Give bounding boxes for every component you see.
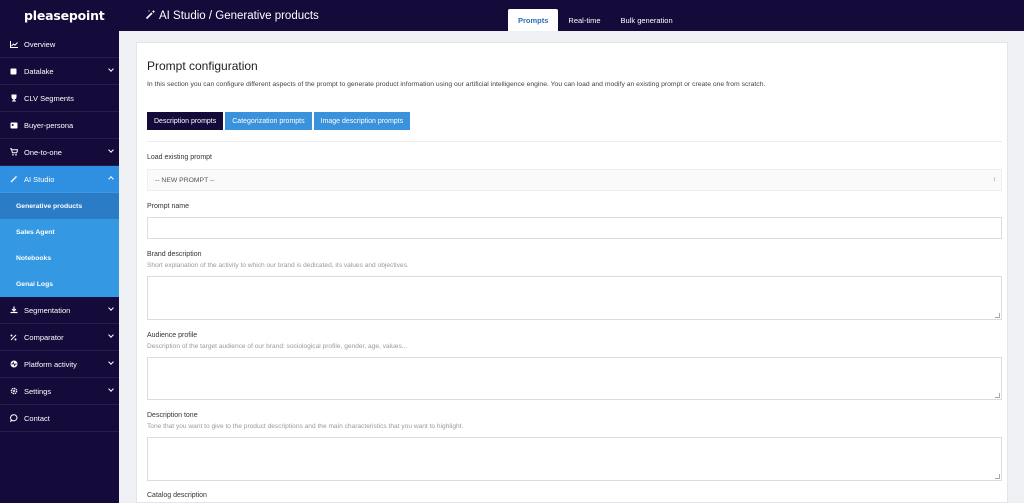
chevron-down-icon: [108, 359, 114, 365]
select-arrows-icon: ↕: [993, 177, 996, 183]
load-prompt-select[interactable]: -- NEW PROMPT -- ↕: [147, 169, 1002, 191]
database-icon: [10, 68, 24, 75]
catalog-description-label: Catalog description: [147, 492, 207, 499]
percent-icon: [10, 334, 24, 341]
chevron-down-icon: [108, 386, 114, 392]
sidebar-item-label: Datalake: [24, 66, 54, 76]
chevron-down-icon: [108, 332, 114, 338]
chart-icon: [10, 40, 24, 48]
chevron-down-icon: [108, 305, 114, 311]
sidebar-item-label: One-to-one: [24, 147, 62, 157]
audience-profile-hint: Description of the target audience of ou…: [147, 343, 408, 350]
pulse-icon: [10, 360, 24, 368]
brand-logo[interactable]: pleasepoint: [0, 0, 119, 31]
sidebar-item-buyer-persona[interactable]: Buyer-persona: [0, 112, 119, 139]
prompt-name-label: Prompt name: [147, 203, 190, 210]
chat-icon: [10, 414, 24, 422]
divider: [147, 141, 1002, 142]
description-tone-hint: Tone that you want to give to the produc…: [147, 423, 464, 430]
chevron-down-icon: [108, 66, 114, 72]
sidebar: pleasepoint Overview Datalake CLV Segmen…: [0, 0, 119, 503]
brand-description-label: Brand description: [147, 251, 202, 258]
sidebar-item-label: Overview: [24, 39, 56, 49]
sidebar-item-segmentation[interactable]: Segmentation: [0, 297, 119, 324]
breadcrumb-text: AI Studio / Generative products: [159, 10, 319, 22]
prompt-name-input[interactable]: [147, 217, 1002, 239]
brand-description-textarea[interactable]: [147, 276, 1002, 320]
sidebar-item-label: Buyer-persona: [24, 120, 74, 130]
page-title: Prompt configuration: [147, 59, 258, 73]
sidebar-item-settings[interactable]: Settings: [0, 378, 119, 405]
id-card-icon: [10, 122, 24, 129]
sidebar-item-label: Segmentation: [24, 305, 71, 315]
sidebar-subitem-sales-agent[interactable]: Sales Agent: [0, 219, 119, 245]
select-value: -- NEW PROMPT --: [155, 176, 215, 184]
resize-handle[interactable]: [995, 313, 1000, 318]
load-prompt-label: Load existing prompt: [147, 154, 212, 161]
audience-profile-textarea[interactable]: [147, 357, 1002, 400]
breadcrumb: AI Studio / Generative products: [145, 9, 319, 23]
tab-bulk-generation[interactable]: Bulk generation: [611, 9, 683, 31]
description-tone-label: Description tone: [147, 412, 198, 419]
resize-handle[interactable]: [995, 474, 1000, 479]
sidebar-item-clv-segments[interactable]: CLV Segments: [0, 85, 119, 112]
magic-wand-icon: [145, 9, 156, 23]
sidebar-item-comparator[interactable]: Comparator: [0, 324, 119, 351]
sidebar-item-label: CLV Segments: [24, 93, 74, 103]
cart-icon: [10, 148, 24, 156]
categorization-prompts-button[interactable]: Categorization prompts: [225, 112, 312, 130]
prompt-type-buttons: Description prompts Categorization promp…: [147, 112, 411, 130]
sidebar-item-contact[interactable]: Contact: [0, 405, 119, 432]
main-panel: Prompt configuration In this section you…: [136, 42, 1008, 503]
audience-profile-label: Audience profile: [147, 332, 198, 339]
sidebar-subitem-generative-products[interactable]: Generative products: [0, 193, 119, 219]
sidebar-item-label: Contact: [24, 413, 50, 423]
ai-studio-submenu: Generative products Sales Agent Notebook…: [0, 193, 119, 297]
resize-handle[interactable]: [995, 393, 1000, 398]
sidebar-item-label: Settings: [24, 386, 52, 396]
tab-prompts[interactable]: Prompts: [508, 9, 559, 31]
sidebar-item-overview[interactable]: Overview: [0, 31, 119, 58]
trophy-icon: [10, 94, 24, 102]
sidebar-item-label: Comparator: [24, 332, 64, 342]
description-prompts-button[interactable]: Description prompts: [147, 112, 224, 130]
image-description-prompts-button[interactable]: Image description prompts: [313, 112, 411, 130]
sidebar-item-label: AI Studio: [24, 174, 55, 184]
sidebar-item-label: Platform activity: [24, 359, 77, 369]
brand-description-hint: Short explanation of the activity to whi…: [147, 262, 409, 269]
sidebar-item-ai-studio[interactable]: AI Studio: [0, 166, 119, 193]
chevron-down-icon: [108, 147, 114, 153]
tab-real-time[interactable]: Real-time: [558, 9, 610, 31]
sidebar-item-one-to-one[interactable]: One-to-one: [0, 139, 119, 166]
top-bar: AI Studio / Generative products Prompts …: [119, 0, 1024, 31]
sidebar-item-datalake[interactable]: Datalake: [0, 58, 119, 85]
tab-bar: Prompts Real-time Bulk generation: [508, 9, 683, 31]
gear-icon: [10, 387, 24, 395]
chevron-up-icon: [108, 176, 114, 182]
sidebar-item-platform-activity[interactable]: Platform activity: [0, 351, 119, 378]
sidebar-subitem-genai-logs[interactable]: Genai Logs: [0, 271, 119, 297]
download-icon: [10, 306, 24, 314]
intro-text: In this section you can configure differ…: [147, 81, 766, 88]
magic-wand-icon: [10, 175, 24, 183]
sidebar-subitem-notebooks[interactable]: Notebooks: [0, 245, 119, 271]
description-tone-textarea[interactable]: [147, 437, 1002, 481]
